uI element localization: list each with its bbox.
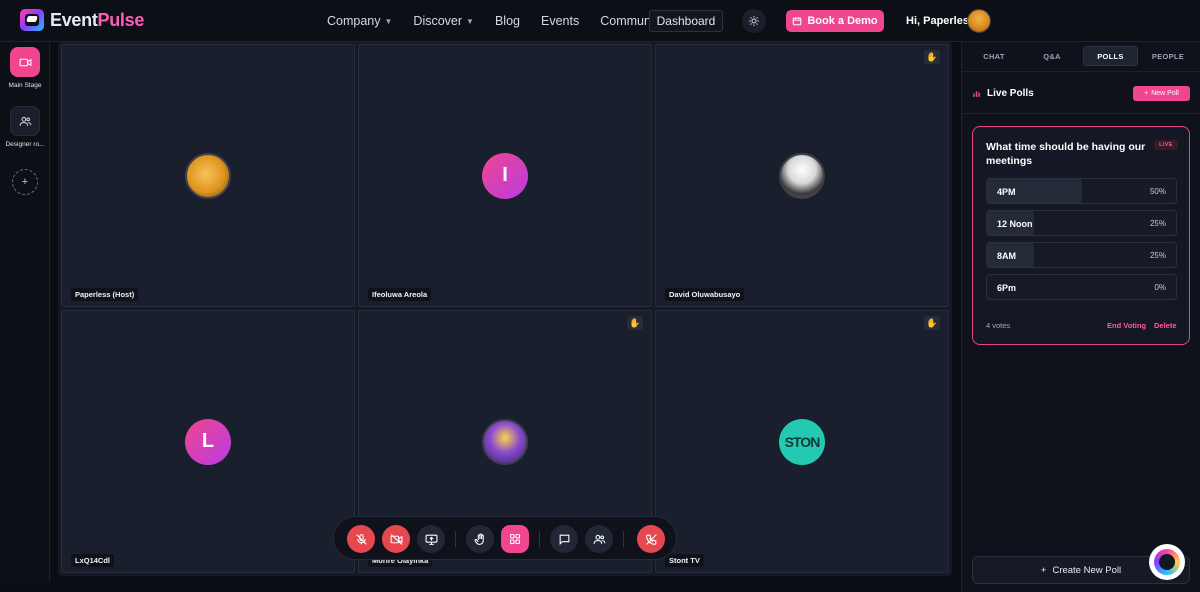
vote-count: 4 votes [986, 321, 1011, 330]
poll-option-percent: 25% [1149, 219, 1166, 228]
nav-discover[interactable]: Discover ▼ [413, 14, 474, 28]
panel-tabs: CHAT Q&A POLLS PEOPLE [962, 42, 1200, 72]
participant-avatar [185, 152, 231, 199]
tab-chat[interactable]: CHAT [966, 46, 1022, 66]
chat-bubble-icon [559, 534, 569, 545]
poll-option-label: 8AM [997, 251, 1017, 261]
participant-avatar: I [482, 152, 528, 199]
video-camera-icon [19, 58, 31, 66]
book-demo-label: Book a Demo [807, 15, 878, 27]
participant-name: David Oluwabusayo [665, 288, 745, 301]
main-stage-button[interactable] [10, 47, 40, 77]
poll-option-percent: 0% [1154, 283, 1166, 292]
end-voting-button[interactable]: End Voting [1107, 321, 1146, 330]
video-off-icon [390, 533, 402, 545]
poll-question: What time should be having our meetings [986, 141, 1146, 167]
tab-people[interactable]: PEOPLE [1140, 46, 1196, 66]
camera-toggle-button[interactable] [382, 525, 410, 553]
eventpulse-logo-icon [1154, 549, 1180, 575]
poll-option-label: 12 Noon [997, 219, 1033, 229]
layout-grid-button[interactable] [501, 525, 529, 553]
delete-poll-button[interactable]: Delete [1154, 321, 1177, 330]
raised-hand-icon: ✋ [924, 316, 940, 330]
live-polls-header: Live Polls + New Poll [962, 72, 1200, 114]
grid-icon [509, 533, 521, 545]
theme-toggle-button[interactable] [742, 9, 766, 33]
participant-avatar: L [185, 418, 231, 465]
participant-tile[interactable]: Paperless (Host) [61, 44, 355, 307]
raised-hand-icon: ✋ [627, 316, 643, 330]
participant-tile[interactable]: David Oluwabusayo ✋ [655, 44, 949, 307]
chat-button[interactable] [550, 525, 578, 553]
designer-room-label: Designer ro... [5, 141, 45, 148]
poll-option-percent: 50% [1149, 187, 1166, 196]
user-greeting: Hi, Paperless [906, 15, 976, 27]
main-stage-label: Main Stage [8, 82, 42, 89]
phone-off-icon [645, 533, 657, 545]
top-nav: EventPulse Company ▼ Discover ▼ Blog Event… [0, 0, 1200, 42]
participant-avatar [482, 418, 528, 465]
user-avatar[interactable] [967, 9, 991, 33]
plus-icon: + [1040, 564, 1047, 576]
logo[interactable]: EventPulse [20, 9, 144, 31]
nav-blog[interactable]: Blog [495, 14, 520, 28]
book-demo-button[interactable]: Book a Demo [786, 10, 884, 32]
chevron-down-icon: ▼ [384, 16, 393, 26]
raised-hand-icon: ✋ [924, 50, 940, 64]
participant-tile[interactable]: STON Stont TV ✋ [655, 310, 949, 573]
main-stage: Paperless (Host) I Ifeoluwa Areola David… [58, 42, 952, 576]
add-room-button[interactable]: + [12, 169, 38, 195]
side-panel: CHAT Q&A POLLS PEOPLE Live Polls + New P… [961, 42, 1200, 592]
screen-share-button[interactable] [417, 525, 445, 553]
plus-icon: + [1144, 90, 1149, 97]
participant-name: LxQ14Cdl [71, 554, 115, 567]
poll-option[interactable]: 6Pm 0% [986, 274, 1177, 300]
mute-mic-button[interactable] [347, 525, 375, 553]
logo-text: EventPulse [50, 9, 145, 30]
poll-option[interactable]: 4PM 50% [986, 178, 1177, 204]
poll-card: What time should be having our meetings … [972, 126, 1190, 345]
calendar-icon [793, 17, 802, 26]
participant-avatar [779, 152, 825, 199]
tab-qa[interactable]: Q&A [1024, 46, 1080, 66]
divider [455, 531, 456, 547]
divider [623, 531, 624, 547]
poll-option-label: 4PM [997, 187, 1016, 197]
participant-tile[interactable]: I Ifeoluwa Areola [358, 44, 652, 307]
nav-company[interactable]: Company ▼ [327, 14, 392, 28]
sun-icon [749, 16, 759, 26]
screen-share-icon [425, 534, 437, 545]
leave-call-button[interactable] [637, 525, 665, 553]
nav-events[interactable]: Events [541, 14, 579, 28]
poll-option-percent: 25% [1149, 251, 1166, 260]
room-rail: Main Stage Designer ro... + [0, 42, 50, 582]
designer-room-button[interactable] [10, 106, 40, 136]
bar-chart-icon [973, 91, 980, 97]
participant-avatar: STON [779, 418, 825, 465]
hand-icon [474, 533, 484, 545]
participant-tile[interactable]: L LxQ14Cdl [61, 310, 355, 573]
participant-name: Stont TV [665, 554, 704, 567]
live-polls-title: Live Polls [972, 88, 1034, 99]
tab-polls[interactable]: POLLS [1083, 46, 1138, 66]
mic-off-icon [355, 533, 367, 545]
poll-option[interactable]: 8AM 25% [986, 242, 1177, 268]
participant-name: Ifeoluwa Areola [368, 288, 432, 301]
nav-links: Company ▼ Discover ▼ Blog Events Community [327, 0, 684, 42]
eventpulse-logo-icon [20, 9, 44, 31]
live-badge: LIVE [1154, 140, 1178, 150]
poll-option[interactable]: 12 Noon 25% [986, 210, 1177, 236]
users-icon [19, 116, 31, 126]
assistant-launcher-button[interactable] [1149, 544, 1185, 580]
chevron-down-icon: ▼ [466, 16, 474, 26]
new-poll-button[interactable]: + New Poll [1133, 86, 1190, 101]
dashboard-button[interactable]: Dashboard [649, 10, 723, 32]
raise-hand-button[interactable] [466, 525, 494, 553]
divider [539, 531, 540, 547]
users-icon [593, 534, 605, 544]
poll-option-label: 6Pm [997, 283, 1017, 293]
participants-button[interactable] [585, 525, 613, 553]
participant-name: Paperless (Host) [71, 288, 139, 301]
call-controls [333, 516, 677, 560]
